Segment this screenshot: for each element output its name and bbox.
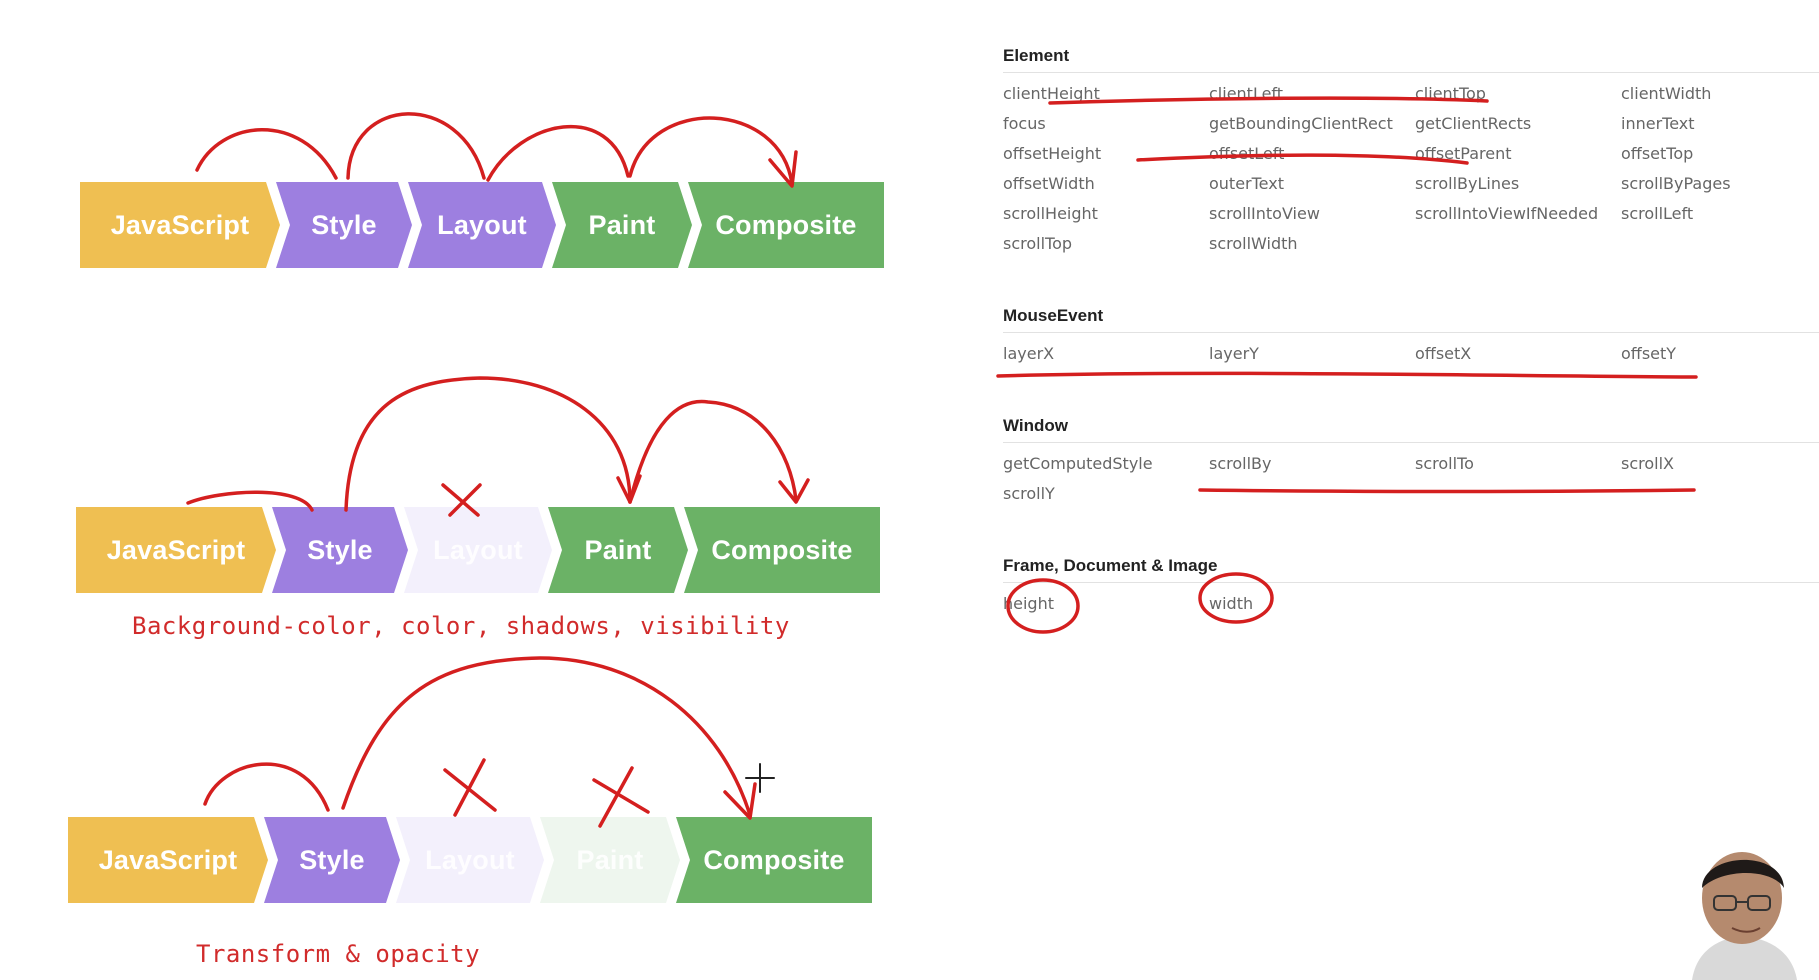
api-grid: clientHeight clientLeft clientTop clientWid… <box>1003 79 1819 259</box>
arc-paint-to-composite-2 <box>628 399 798 504</box>
section-title: MouseEvent <box>1003 306 1104 325</box>
section-element: Element clientHeight clientLeft clientTop c… <box>1003 44 1819 259</box>
stage-style: Style <box>276 182 412 268</box>
section-title: Element <box>1003 46 1070 65</box>
api-item-offsettop: offsetTop <box>1621 144 1694 163</box>
api-item-getclientrects: getClientRects <box>1415 114 1532 133</box>
stage-style: Style <box>264 817 400 903</box>
stage-composite: Composite <box>676 817 872 903</box>
api-item-scrollintoview: scrollIntoView <box>1209 204 1320 223</box>
api-grid: height width <box>1003 589 1819 619</box>
api-item-getcomputedstyle: getComputedStyle <box>1003 454 1153 473</box>
api-item-clientheight: clientHeight <box>1003 84 1100 103</box>
api-item-scrollx: scrollX <box>1621 454 1674 473</box>
pipeline-3: JavaScript Style Layout Paint Composite <box>68 817 888 903</box>
api-item-offsetwidth: offsetWidth <box>1003 174 1095 193</box>
cross-layout-3b <box>453 758 486 817</box>
arrowhead-2a <box>616 474 642 504</box>
stage-style: Style <box>272 507 408 593</box>
arc-layout-to-paint <box>486 124 630 182</box>
section-divider <box>1003 442 1819 443</box>
api-item-scrollbypages: scrollByPages <box>1621 174 1731 193</box>
section-window: Window getComputedStyle scrollBy scrollTo s… <box>1003 414 1819 509</box>
underline-mouseevent <box>996 371 1698 379</box>
stage-javascript: JavaScript <box>80 182 280 268</box>
api-grid: getComputedStyle scrollBy scrollTo scrollX s… <box>1003 449 1819 509</box>
api-item-offsetheight: offsetHeight <box>1003 144 1102 163</box>
pipeline-caption: Transform & opacity <box>196 940 481 968</box>
api-item-clienttop: clientTop <box>1415 84 1486 103</box>
api-item-clientwidth: clientWidth <box>1621 84 1712 103</box>
api-item-scrollto: scrollTo <box>1415 454 1474 473</box>
api-item-scrollby: scrollBy <box>1209 454 1272 473</box>
api-item-focus: focus <box>1003 114 1046 133</box>
api-grid: layerX layerY offsetX offsetY <box>1003 339 1819 369</box>
api-item-clientleft: clientLeft <box>1209 84 1284 103</box>
arrowhead-1 <box>768 150 798 188</box>
stage-paint: Paint <box>552 182 692 268</box>
stage-layout: Layout <box>408 182 556 268</box>
arc-style-to-layout <box>346 112 486 180</box>
stage-javascript: JavaScript <box>68 817 268 903</box>
stage-layout: Layout <box>396 817 544 903</box>
api-item-getboundingclientrect: getBoundingClientRect <box>1209 114 1393 133</box>
api-item-scrollwidth: scrollWidth <box>1209 234 1298 253</box>
cross-paint-3a <box>592 778 650 814</box>
cross-layout-3a <box>443 768 497 812</box>
stage-layout: Layout <box>404 507 552 593</box>
api-item-scrollbylines: scrollByLines <box>1415 174 1520 193</box>
arrowhead-2b <box>778 478 810 504</box>
api-item-offsety: offsetY <box>1621 344 1677 363</box>
api-item-offsetx: offsetX <box>1415 344 1472 363</box>
api-item-outertext: outerText <box>1209 174 1284 193</box>
arc-style-to-paint <box>344 376 632 512</box>
arc-style-to-composite <box>341 656 752 817</box>
stage-javascript: JavaScript <box>76 507 276 593</box>
api-item-offsetleft: offsetLeft <box>1209 144 1285 163</box>
pipeline-1: JavaScript Style Layout Paint Composite <box>80 182 900 268</box>
section-divider <box>1003 72 1819 73</box>
api-item-width: width <box>1209 594 1254 613</box>
arc-paint-to-composite <box>628 116 794 186</box>
api-item-innertext: innerText <box>1621 114 1695 133</box>
stage-paint: Paint <box>548 507 688 593</box>
api-item-scrollleft: scrollLeft <box>1621 204 1694 223</box>
api-item-scrolly: scrollY <box>1003 484 1055 503</box>
api-item-layerx: layerX <box>1003 344 1055 363</box>
api-item-scrollheight: scrollHeight <box>1003 204 1098 223</box>
presenter-avatar-icon <box>1692 852 1797 980</box>
stage-composite: Composite <box>688 182 884 268</box>
section-title: Window <box>1003 416 1068 435</box>
api-item-offsetparent: offsetParent <box>1415 144 1512 163</box>
api-item-layery: layerY <box>1209 344 1259 363</box>
presenter-webcam <box>1662 838 1819 980</box>
pipeline-caption: Background-color, color, shadows, visibi… <box>132 612 790 640</box>
section-mouseevent: MouseEvent layerX layerY offsetX offsetY <box>1003 304 1819 369</box>
arc-js-to-style <box>195 128 338 180</box>
section-divider <box>1003 582 1819 583</box>
api-item-height: height <box>1003 594 1054 613</box>
stage-paint: Paint <box>540 817 680 903</box>
section-frame-document-image: Frame, Document & Image height width <box>1003 554 1819 619</box>
api-item-scrolltop: scrollTop <box>1003 234 1073 253</box>
arc-js-to-style-3 <box>203 762 330 812</box>
arrowhead-3 <box>723 782 757 820</box>
section-title: Frame, Document & Image <box>1003 556 1218 575</box>
api-item-scrollintoviewifneeded: scrollIntoViewIfNeeded <box>1415 204 1599 223</box>
stage-composite: Composite <box>684 507 880 593</box>
section-divider <box>1003 332 1819 333</box>
pipeline-2: JavaScript Style Layout Paint Composite <box>76 507 896 593</box>
